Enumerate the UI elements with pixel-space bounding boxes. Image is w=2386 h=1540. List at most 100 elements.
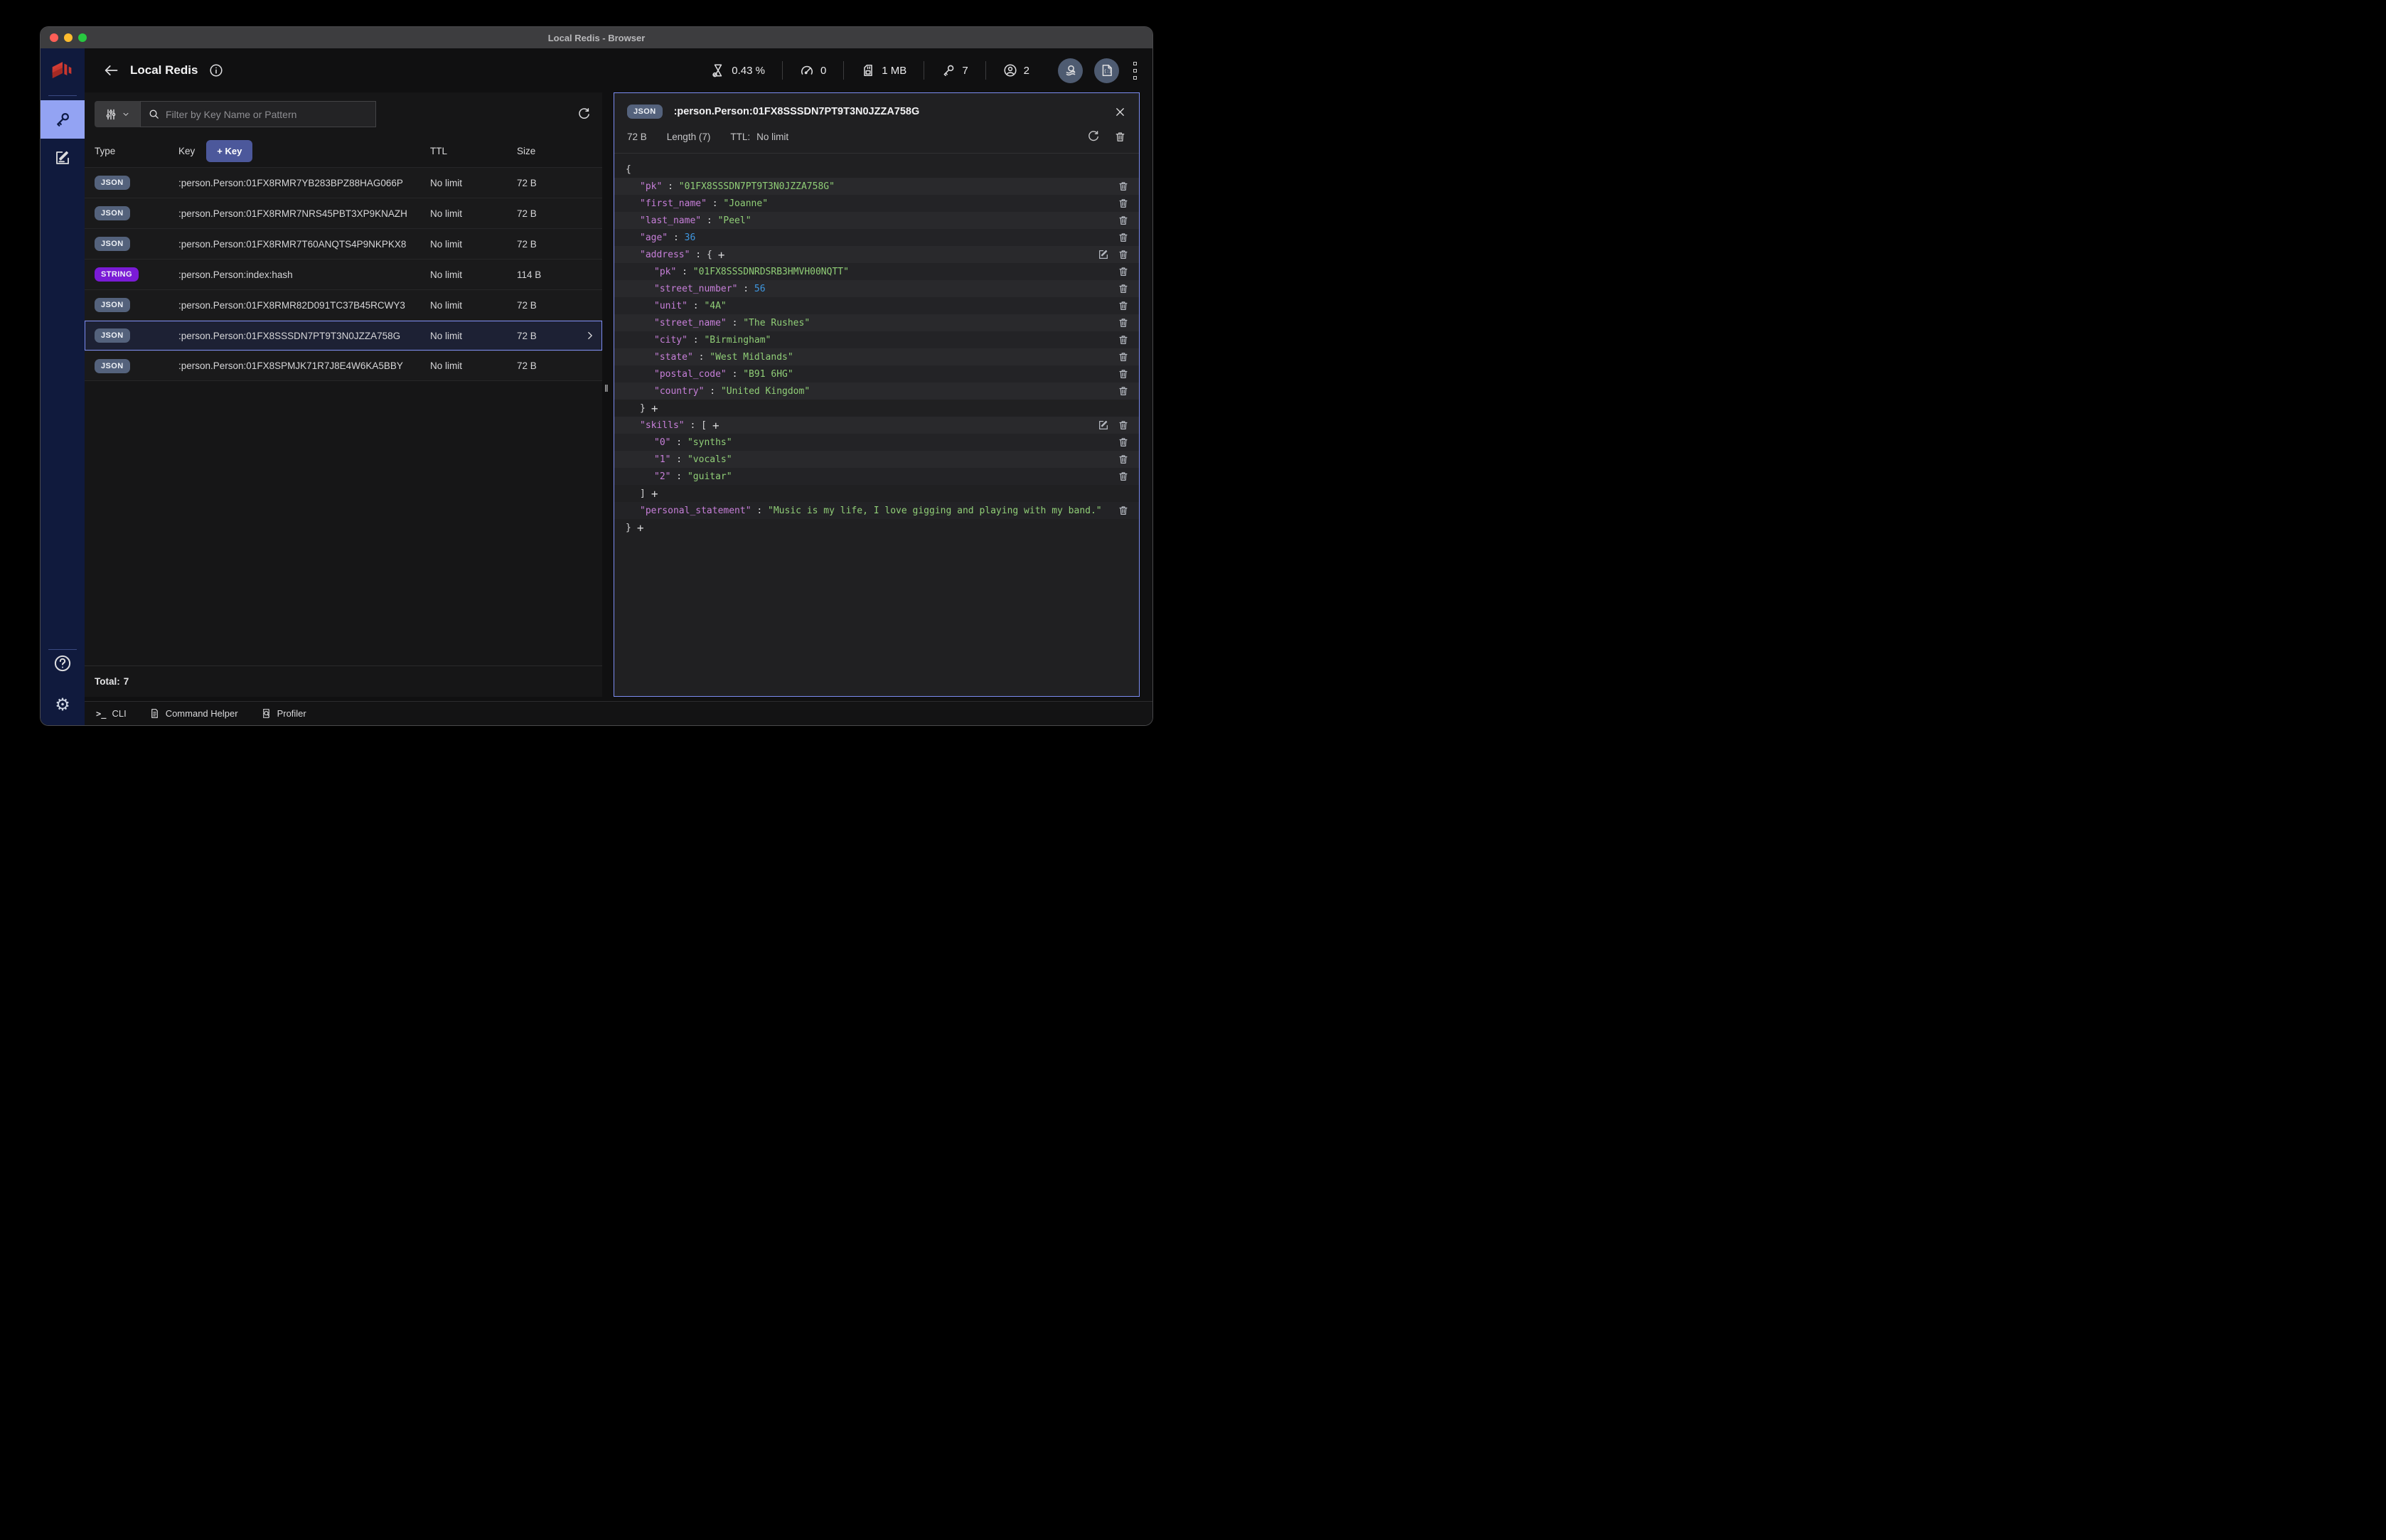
info-icon[interactable] xyxy=(209,63,223,77)
stat-cpu: 0.43 % xyxy=(694,63,782,77)
workbench-button[interactable]: {:} xyxy=(1094,58,1119,83)
table-row[interactable]: JSON :person.Person:01FX8RMR82D091TC37B4… xyxy=(85,289,602,320)
json-row: "city" : "Birmingham" xyxy=(614,331,1139,348)
db-analysis-button[interactable] xyxy=(1058,58,1083,83)
cli-button[interactable]: >_ CLI xyxy=(96,708,127,719)
add-item-button[interactable]: + xyxy=(651,487,658,501)
table-row[interactable]: JSON :person.Person:01FX8SPMJK71R7J8E4W6… xyxy=(85,351,602,381)
sidebar-item-browser[interactable] xyxy=(41,100,85,139)
stat-users: 2 xyxy=(986,63,1047,77)
window-title: Local Redis - Browser xyxy=(547,32,646,43)
table-row[interactable]: JSON :person.Person:01FX8RMR7T60ANQTS4P9… xyxy=(85,228,602,259)
delete-icon[interactable] xyxy=(1118,334,1129,346)
sidebar-item-settings[interactable]: ⚙ xyxy=(55,697,70,714)
size-value: 72 B xyxy=(517,360,537,371)
close-details-button[interactable] xyxy=(1114,106,1126,118)
delete-key-button[interactable] xyxy=(1114,131,1126,143)
chevron-down-icon xyxy=(123,112,129,116)
command-helper-label: Command Helper xyxy=(165,708,238,719)
back-button[interactable] xyxy=(103,63,119,78)
profiler-icon xyxy=(262,709,269,718)
delete-icon[interactable] xyxy=(1118,454,1129,465)
refresh-keys-button[interactable] xyxy=(577,107,591,121)
column-key: Key xyxy=(178,145,196,156)
close-window-button[interactable] xyxy=(50,33,58,42)
delete-icon[interactable] xyxy=(1118,317,1129,328)
command-helper-button[interactable]: Command Helper xyxy=(149,708,238,719)
key-list-panel: Type Key + Key TTL Size JSON :person.Per… xyxy=(85,92,602,697)
instance-header: Local Redis 0.43 % 0 1 MB 7 2 {:} xyxy=(85,48,1152,92)
json-value: 36 xyxy=(684,232,696,243)
table-row[interactable]: JSON :person.Person:01FX8SSSDN7PT9T3N0JZ… xyxy=(85,320,602,351)
column-ttl: TTL xyxy=(430,145,448,156)
redis-logo xyxy=(52,62,72,79)
panel-gutter: ‖ xyxy=(602,92,614,697)
search-input[interactable] xyxy=(166,108,368,120)
refresh-value-button[interactable] xyxy=(1087,130,1100,143)
delete-icon[interactable] xyxy=(1118,300,1129,311)
filter-sliders-icon xyxy=(106,109,116,119)
delete-icon[interactable] xyxy=(1118,232,1129,243)
key-name: :person.Person:01FX8SPMJK71R7J8E4W6KA5BB… xyxy=(178,360,403,371)
delete-icon[interactable] xyxy=(1118,385,1129,397)
edit-icon[interactable] xyxy=(1098,419,1109,431)
key-table-header: Type Key + Key TTL Size xyxy=(85,134,602,167)
type-badge: JSON xyxy=(95,298,130,312)
json-key: "skills" xyxy=(640,419,685,431)
user-icon xyxy=(1004,64,1017,77)
key-icon xyxy=(57,112,70,127)
edit-icon[interactable] xyxy=(1098,249,1109,260)
more-menu-button[interactable] xyxy=(1133,61,1137,80)
add-item-button[interactable]: + xyxy=(712,419,719,432)
size-value: 72 B xyxy=(517,208,537,219)
delete-icon[interactable] xyxy=(1118,505,1129,516)
detail-meta: 72 B Length (7) TTL: No limit xyxy=(614,126,1139,154)
filter-type-select[interactable] xyxy=(95,101,140,127)
add-item-button[interactable]: + xyxy=(651,402,658,415)
delete-icon[interactable] xyxy=(1118,283,1129,294)
delete-icon[interactable] xyxy=(1118,215,1129,226)
json-row: "unit" : "4A" xyxy=(614,297,1139,314)
delete-icon[interactable] xyxy=(1118,266,1129,277)
delete-icon[interactable] xyxy=(1118,419,1129,431)
table-row[interactable]: JSON :person.Person:01FX8RMR7NRS45PBT3XP… xyxy=(85,198,602,228)
minimize-window-button[interactable] xyxy=(64,33,73,42)
delete-icon[interactable] xyxy=(1118,351,1129,363)
detail-length: Length (7) xyxy=(666,131,711,142)
close-icon xyxy=(1116,107,1124,116)
sidebar-item-help[interactable] xyxy=(53,654,72,673)
delete-icon[interactable] xyxy=(1118,368,1129,380)
table-row[interactable]: JSON :person.Person:01FX8RMR7YB283BPZ88H… xyxy=(85,167,602,198)
sidebar-divider-bottom xyxy=(48,649,77,650)
help-icon xyxy=(54,655,71,672)
delete-icon[interactable] xyxy=(1118,249,1129,260)
sidebar-item-workbench[interactable] xyxy=(41,139,85,177)
delete-icon[interactable] xyxy=(1118,471,1129,482)
delete-icon[interactable] xyxy=(1118,437,1129,448)
resize-handle[interactable]: ‖ xyxy=(604,383,609,394)
type-badge: JSON xyxy=(95,358,130,373)
document-icon xyxy=(151,709,158,718)
json-row: "2" : "guitar" xyxy=(614,468,1139,485)
delete-icon[interactable] xyxy=(1118,198,1129,209)
json-row: "street_name" : "The Rushes" xyxy=(614,314,1139,331)
json-row: "first_name" : "Joanne" xyxy=(614,195,1139,212)
maximize-window-button[interactable] xyxy=(78,33,87,42)
add-item-button[interactable]: + xyxy=(637,521,644,535)
table-row[interactable]: STRING :person.Person:index:hash No limi… xyxy=(85,259,602,289)
key-name: :person.Person:01FX8SSSDN7PT9T3N0JZZA758… xyxy=(178,330,401,341)
add-key-button[interactable]: + Key xyxy=(206,139,253,162)
search-icon xyxy=(149,109,159,119)
type-badge: JSON xyxy=(95,176,130,190)
key-icon xyxy=(943,65,954,76)
memory-card-icon xyxy=(864,65,873,76)
add-item-button[interactable]: + xyxy=(718,248,725,262)
profiler-button[interactable]: Profiler xyxy=(261,708,306,719)
delete-icon[interactable] xyxy=(1118,181,1129,192)
type-badge: JSON xyxy=(95,237,130,251)
cli-label: CLI xyxy=(112,708,127,719)
json-key: "pk" xyxy=(654,266,677,277)
key-details-panel: JSON :person.Person:01FX8SSSDN7PT9T3N0JZ… xyxy=(614,92,1140,697)
json-value: "Joanne" xyxy=(723,198,769,209)
json-row: "state" : "West Midlands" xyxy=(614,348,1139,365)
